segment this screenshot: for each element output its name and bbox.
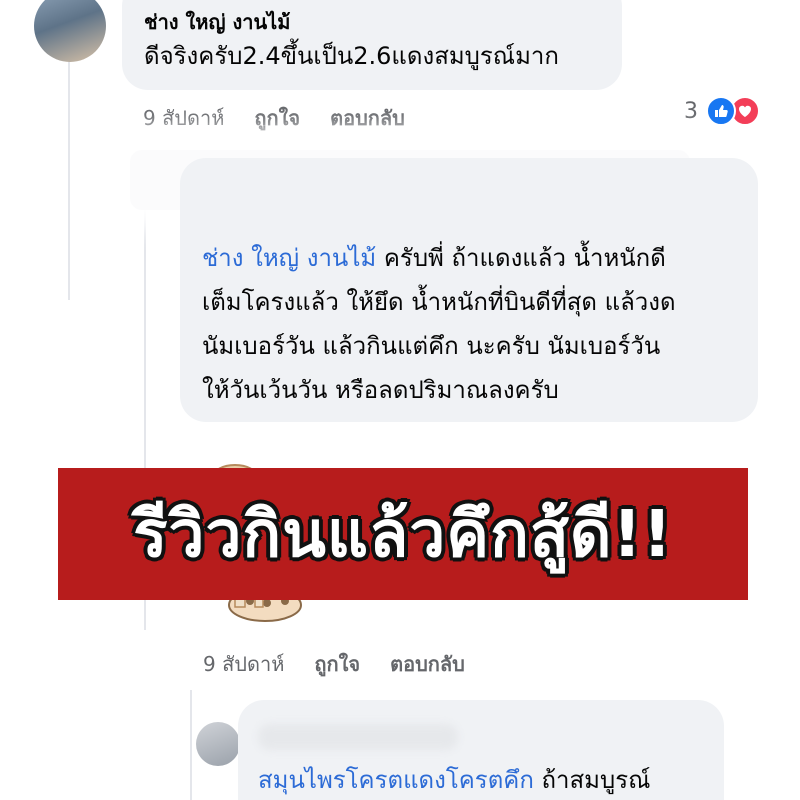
redacted-name xyxy=(258,724,458,750)
reply-bubble: ช่าง ใหญ่ งานไม้ ครับพี่ ถ้าแดงแล้ว น้ำห… xyxy=(180,158,758,422)
reply-button[interactable]: ตอบกลับ xyxy=(390,648,465,680)
reaction-summary[interactable]: 3 xyxy=(684,96,760,126)
reply-line: เต็มโครงแล้ว ให้ยึด น้ำหนักที่บินดีที่สุ… xyxy=(202,288,676,316)
banner-text: รีวิวกินแล้วคึกสู้ดี!! xyxy=(133,498,673,572)
reply-text: ถ้าสมบูรณ์ xyxy=(541,766,651,794)
thread-line xyxy=(68,60,70,300)
thumbs-up-icon xyxy=(706,96,736,126)
reply-line: ช่าง ใหญ่ งานไม้ ครับพี่ ถ้าแดงแล้ว น้ำห… xyxy=(202,236,738,280)
reply-line: ให้วันเว้นวัน หรือลดปริมาณลงครับ xyxy=(202,376,559,404)
reply-line: นัมเบอร์วัน แล้วกินแต่คึก นะครับ นัมเบอร… xyxy=(202,332,661,360)
like-button[interactable]: ถูกใจ xyxy=(254,102,300,134)
comment-author[interactable]: ช่าง ใหญ่ งานไม้ xyxy=(144,6,600,38)
reply-text: ครับพี่ ถ้าแดงแล้ว น้ำหนักดี xyxy=(383,244,666,272)
thread-line xyxy=(190,690,192,800)
mention-link[interactable]: ช่าง ใหญ่ งานไม้ xyxy=(202,244,376,272)
mention-link[interactable]: สมุนไพรโครตแดงโครตคึก xyxy=(258,766,534,794)
comment-bubble: ช่าง ใหญ่ งานไม้ ดีจริงครับ2.4ขึ้นเป็น2.… xyxy=(122,0,622,90)
avatar[interactable] xyxy=(34,0,106,62)
promo-banner: รีวิวกินแล้วคึกสู้ดี!! xyxy=(58,468,748,600)
reaction-count: 3 xyxy=(684,98,698,124)
comment-text: ดีจริงครับ2.4ขึ้นเป็น2.6แดงสมบูรณ์มาก xyxy=(144,42,559,70)
reply-line: สมุนไพรโครตแดงโครตคึก ถ้าสมบูรณ์ xyxy=(258,758,704,800)
reply-bubble: สมุนไพรโครตแดงโครตคึก ถ้าสมบูรณ์ xyxy=(238,700,724,800)
like-button[interactable]: ถูกใจ xyxy=(314,648,360,680)
avatar[interactable] xyxy=(196,722,240,766)
comment-time[interactable]: 9 สัปดาห์ xyxy=(143,102,224,134)
comment-meta: 9 สัปดาห์ ถูกใจ ตอบกลับ xyxy=(143,102,435,134)
reply-button[interactable]: ตอบกลับ xyxy=(330,102,405,134)
comment-meta: 9 สัปดาห์ ถูกใจ ตอบกลับ xyxy=(203,648,495,680)
comment-time[interactable]: 9 สัปดาห์ xyxy=(203,648,284,680)
